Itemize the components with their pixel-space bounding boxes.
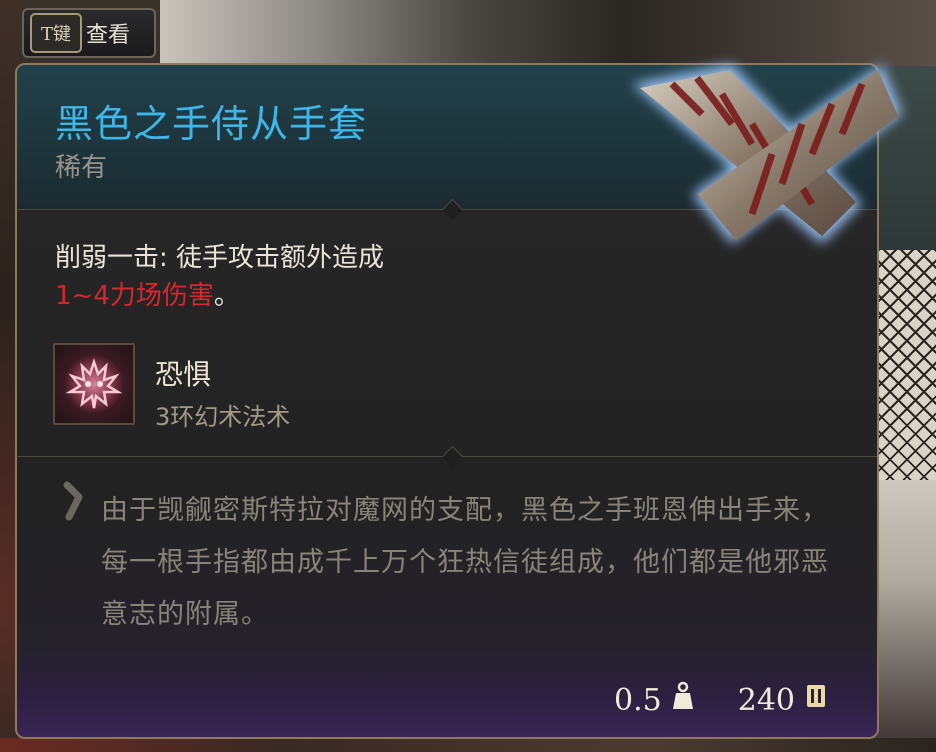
spell-name: 恐惧: [155, 358, 212, 391]
effect-text: 削弱一击: 徒手攻击额外造成: [55, 243, 385, 273]
weight-icon: [672, 681, 694, 719]
flavor-quote-icon: [61, 481, 87, 521]
t-key-cap: T键: [30, 13, 82, 53]
gold-coin-icon: [805, 682, 827, 718]
effect-damage-line: 1~4力场伤害。: [55, 277, 384, 315]
fear-spell-icon[interactable]: [53, 343, 135, 425]
background-lattice-window: [878, 250, 936, 480]
item-name: 黑色之手侍从手套: [55, 102, 368, 146]
item-value: 240: [737, 682, 795, 718]
spell-level: 3环幻术法术: [155, 403, 291, 431]
item-rarity: 稀有: [55, 153, 108, 183]
gloves-item-image: [612, 44, 912, 284]
item-footer: 0.5 240: [614, 681, 827, 719]
background-scene-bottom: [0, 738, 936, 752]
divider-notch: [441, 445, 464, 468]
item-weight: 0.5: [614, 682, 662, 718]
inspect-key-hint[interactable]: T键 查看: [22, 8, 156, 58]
inspect-label: 查看: [86, 23, 131, 48]
effect-end: 。: [213, 281, 240, 311]
effect-damage: 1~4力场伤害: [55, 281, 214, 311]
item-effect: 削弱一击: 徒手攻击额外造成 1~4力场伤害。: [55, 239, 384, 315]
flavor-text: 由于觊觎密斯特拉对魔网的支配，黑色之手班恩伸出手来，每一根手指都由成千上万个狂热…: [101, 495, 829, 630]
